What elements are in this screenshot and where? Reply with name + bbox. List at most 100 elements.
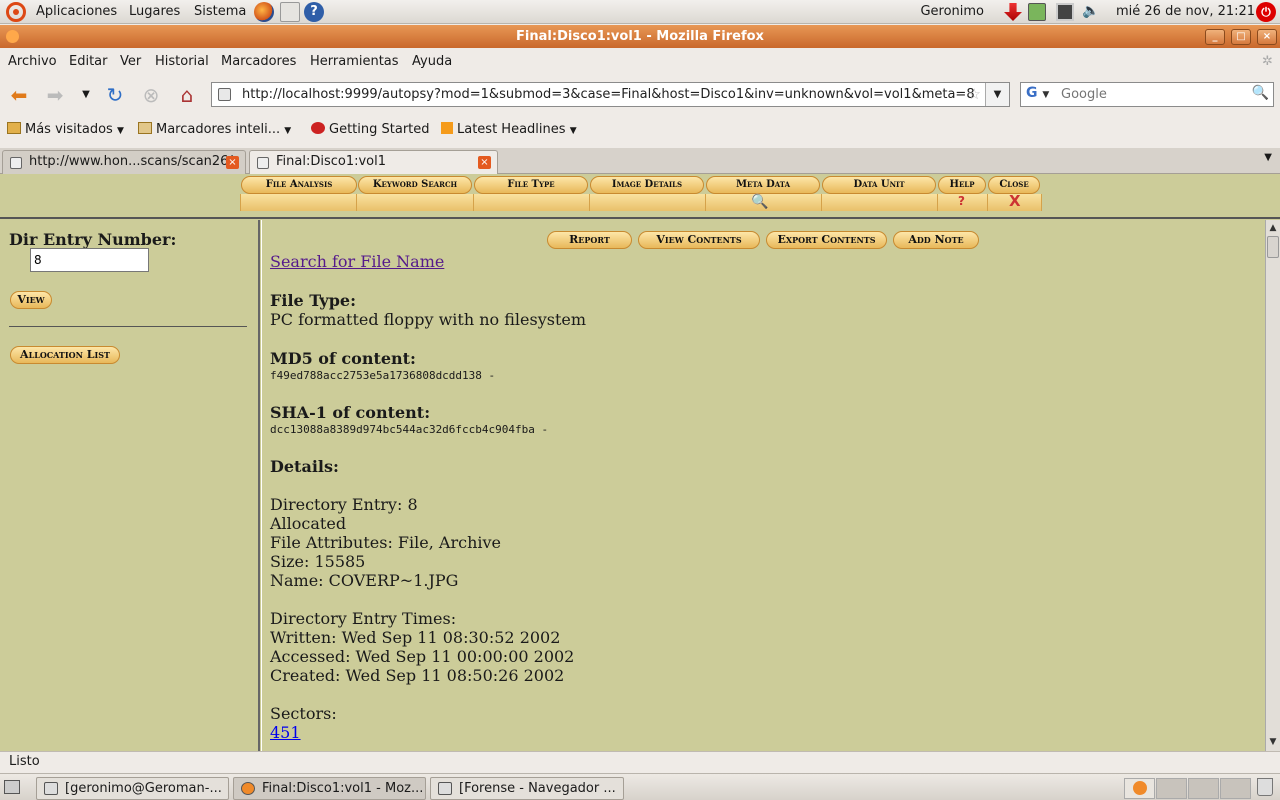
tab-keyword-search[interactable]: Keyword Search	[358, 176, 472, 194]
bookmark-marcadores-inteligentes[interactable]: Marcadores inteli... ▼	[138, 122, 291, 137]
bookmark-star-icon[interactable]: ☆	[968, 83, 981, 106]
tab-file-type[interactable]: File Type	[474, 176, 588, 194]
taskbar-item-firefox[interactable]: Final:Disco1:vol1 - Moz...	[233, 777, 426, 800]
menu-historial[interactable]: Historial	[155, 54, 209, 69]
tab-help[interactable]: Help	[938, 176, 986, 194]
forward-icon[interactable]: ➡	[43, 83, 67, 107]
tab-meta-data[interactable]: Meta Data	[706, 176, 820, 194]
workspace-4[interactable]	[1220, 778, 1251, 799]
scroll-down-icon[interactable]: ▼	[1266, 735, 1280, 749]
workspace-1[interactable]	[1124, 778, 1155, 799]
menu-archivo[interactable]: Archivo	[8, 54, 57, 69]
close-icon[interactable]: X	[1009, 192, 1021, 210]
menu-ayuda[interactable]: Ayuda	[412, 54, 452, 69]
history-dropdown-icon[interactable]: ▼	[74, 83, 98, 107]
sectors-heading: Sectors:	[270, 704, 337, 723]
magnifier-icon: 🔍	[751, 194, 769, 210]
tab-final-disco1[interactable]: Final:Disco1:vol1 ×	[249, 150, 498, 175]
view-button[interactable]: View	[10, 291, 52, 309]
file-type-heading: File Type:	[270, 291, 356, 310]
ubuntu-logo-icon[interactable]	[6, 2, 26, 22]
close-window-button[interactable]: ×	[1257, 29, 1277, 45]
menu-herramientas[interactable]: Herramientas	[310, 54, 399, 69]
terminal-icon	[44, 782, 58, 795]
site-identity-icon[interactable]	[218, 88, 231, 101]
bookmark-getting-started[interactable]: Getting Started	[311, 122, 430, 137]
status-text: Listo	[9, 754, 40, 769]
volume-icon[interactable]: 🔈	[1082, 3, 1100, 21]
dir-entry-label: Dir Entry Number:	[9, 230, 177, 249]
firefox-window-icon[interactable]	[6, 30, 19, 43]
tab-honeynet-scan[interactable]: http://www.hon...scans/scan26/ ×	[2, 150, 246, 174]
search-magnifier-icon[interactable]: 🔍	[1252, 85, 1269, 101]
menu-marcadores[interactable]: Marcadores	[221, 54, 296, 69]
trash-icon[interactable]	[1257, 778, 1273, 796]
search-input[interactable]	[1061, 85, 1251, 104]
close-tab-icon[interactable]: ×	[226, 156, 239, 169]
file-type-value: PC formatted floppy with no filesystem	[270, 310, 587, 329]
sector-link[interactable]: 451	[270, 723, 301, 742]
search-box[interactable]: G ▼ 🔍	[1020, 82, 1274, 107]
menu-aplicaciones[interactable]: Aplicaciones	[36, 4, 117, 19]
menu-ver[interactable]: Ver	[120, 54, 141, 69]
network-icon[interactable]	[1056, 3, 1074, 21]
time-line: Written: Wed Sep 11 08:30:52 2002	[270, 628, 561, 647]
url-dropdown-icon[interactable]: ▼	[985, 83, 1009, 106]
scroll-thumb[interactable]	[1267, 236, 1279, 258]
mail-launcher-icon[interactable]	[280, 2, 300, 22]
maximize-button[interactable]: □	[1231, 29, 1251, 45]
minimize-button[interactable]: _	[1205, 29, 1225, 45]
workspace-2[interactable]	[1156, 778, 1187, 799]
clock[interactable]: mié 26 de nov, 21:21	[1116, 4, 1255, 19]
detail-line: Size: 15585	[270, 552, 366, 571]
url-bar[interactable]: http://localhost:9999/autopsy?mod=1&subm…	[211, 82, 1010, 107]
tab-image-details[interactable]: Image Details	[590, 176, 704, 194]
report-button[interactable]: Report	[547, 231, 632, 249]
power-icon[interactable]: ⏻	[1256, 2, 1276, 22]
url-text[interactable]: http://localhost:9999/autopsy?mod=1&subm…	[242, 87, 975, 102]
tab-list-dropdown-icon[interactable]: ▼	[1264, 152, 1272, 163]
back-icon[interactable]: ⬅	[7, 83, 31, 107]
update-arrow-icon[interactable]	[1004, 3, 1022, 21]
detail-line: Name: COVERP~1.JPG	[270, 571, 459, 590]
menu-sistema[interactable]: Sistema	[194, 4, 246, 19]
reload-icon[interactable]: ↻	[103, 83, 127, 107]
frame-separator	[0, 217, 1280, 219]
close-tab-icon[interactable]: ×	[478, 156, 491, 169]
scroll-up-icon[interactable]: ▲	[1266, 221, 1280, 235]
taskbar-item-terminal[interactable]: [geronimo@Geroman-...	[36, 777, 229, 800]
add-note-button[interactable]: Add Note	[893, 231, 979, 249]
battery-icon[interactable]	[1028, 3, 1046, 21]
menu-editar[interactable]: Editar	[69, 54, 108, 69]
autopsy-menu-bar: File Analysis Keyword Search File Type I…	[240, 174, 1042, 214]
stop-icon[interactable]: ⊗	[139, 83, 163, 107]
tab-data-unit[interactable]: Data Unit	[822, 176, 936, 194]
user-name[interactable]: Geronimo	[920, 4, 984, 19]
view-contents-button[interactable]: View Contents	[638, 231, 760, 249]
vertical-scrollbar[interactable]: ▲ ▼	[1265, 220, 1280, 751]
bookmark-mas-visitados[interactable]: Más visitados ▼	[7, 122, 124, 137]
export-contents-button[interactable]: Export Contents	[766, 231, 887, 249]
detail-line: File Attributes: File, Archive	[270, 533, 501, 552]
status-bar: Listo	[0, 751, 1280, 772]
bookmark-latest-headlines[interactable]: Latest Headlines ▼	[441, 122, 577, 137]
rss-feed-icon	[441, 122, 453, 134]
allocation-list-button[interactable]: Allocation List	[10, 346, 120, 364]
dir-entry-input[interactable]	[30, 248, 149, 272]
md5-value: f49ed788acc2753e5a1736808dcdd138 -	[270, 369, 496, 382]
menu-lugares[interactable]: Lugares	[129, 4, 180, 19]
bookmark-label: Más visitados	[25, 122, 113, 137]
firefox-launcher-icon[interactable]	[254, 2, 274, 22]
search-engine-icon[interactable]: G ▼	[1023, 85, 1057, 104]
taskbar-item-forense[interactable]: [Forense - Navegador ...	[430, 777, 624, 800]
help-icon[interactable]: ?	[958, 194, 965, 208]
workspace-3[interactable]	[1188, 778, 1219, 799]
tab-file-analysis[interactable]: File Analysis	[241, 176, 357, 194]
detail-line: Directory Entry: 8	[270, 495, 418, 514]
time-line: Accessed: Wed Sep 11 00:00:00 2002	[270, 647, 575, 666]
help-launcher-icon[interactable]: ?	[304, 2, 324, 22]
home-icon[interactable]: ⌂	[175, 83, 199, 107]
show-desktop-icon[interactable]	[4, 780, 20, 794]
search-engine-label: G	[1026, 85, 1038, 101]
search-file-name-link[interactable]: Search for File Name	[270, 252, 444, 271]
